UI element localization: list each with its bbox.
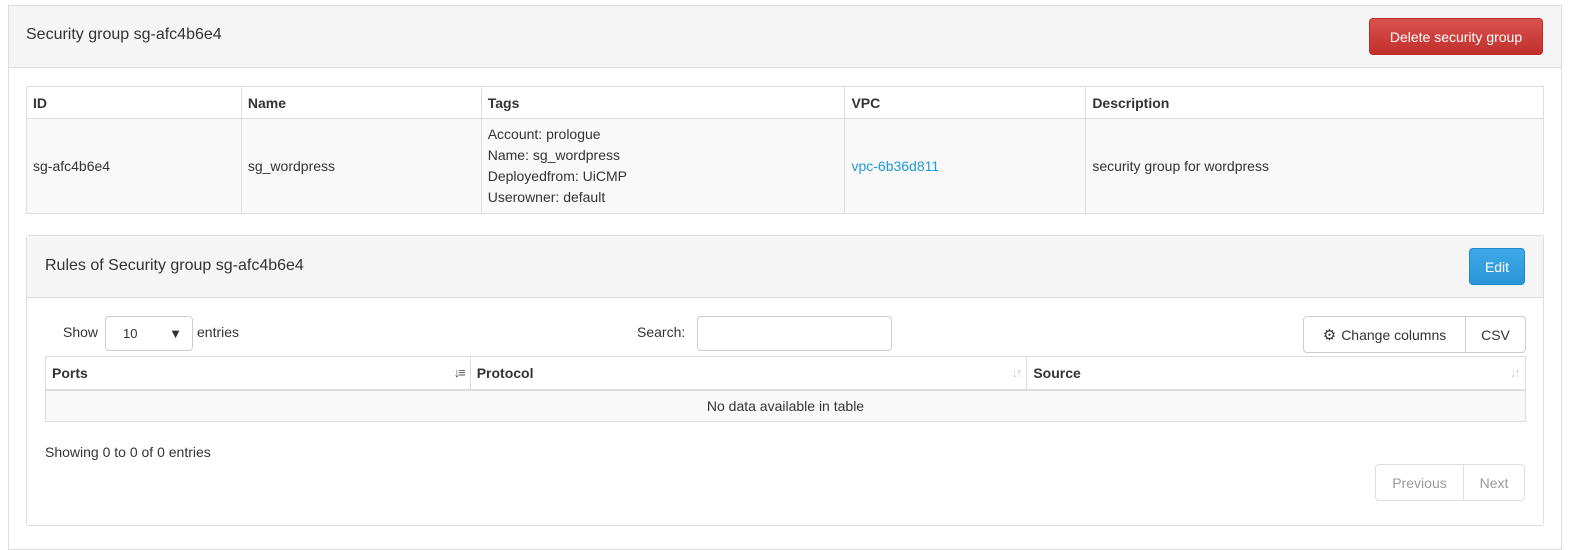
cell-id: sg-afc4b6e4 [26, 118, 242, 214]
csv-button[interactable]: CSV [1466, 316, 1526, 353]
table-tools: ⚙ Change columns CSV [1303, 316, 1526, 353]
delete-security-group-button[interactable]: Delete security group [1369, 18, 1543, 55]
column-header-ports[interactable]: Ports ↓≡ [45, 356, 471, 391]
panel-heading: Security group sg-afc4b6e4 Delete securi… [9, 6, 1561, 68]
security-group-panel: Security group sg-afc4b6e4 Delete securi… [8, 5, 1562, 550]
column-header-tags: Tags [480, 86, 846, 119]
caret-down-icon: ▼ [169, 326, 182, 341]
cell-tags: Account: prologue Name: sg_wordpress Dep… [480, 118, 846, 214]
page-title: Security group sg-afc4b6e4 [26, 26, 222, 43]
column-header-name: Name [240, 86, 482, 119]
tag-account: Account: prologue [487, 126, 601, 142]
cell-vpc: vpc-6b36d811 [844, 118, 1087, 214]
source-header-label: Source [1033, 364, 1081, 381]
table-info: Showing 0 to 0 of 0 entries [45, 444, 211, 460]
next-button[interactable]: Next [1464, 464, 1525, 501]
search-input[interactable] [697, 316, 892, 351]
search-label: Search: [637, 324, 686, 340]
table-header-row: ID Name Tags VPC Description [26, 86, 1544, 119]
table-row: sg-afc4b6e4 sg_wordpress Account: prolog… [26, 118, 1544, 214]
vpc-link[interactable]: vpc-6b36d811 [851, 158, 939, 174]
show-label: Show [63, 324, 99, 340]
rules-header-row: Ports ↓≡ Protocol ↓↑ Source ↓↑ [45, 356, 1526, 391]
entries-select-value: 10 [123, 326, 138, 341]
security-group-details-table: ID Name Tags VPC Description sg-afc4b6e4… [26, 86, 1544, 214]
column-header-protocol[interactable]: Protocol ↓↑ [469, 356, 1028, 391]
column-header-description: Description [1085, 86, 1544, 119]
column-header-source[interactable]: Source ↓↑ [1026, 356, 1526, 391]
column-header-vpc: VPC [844, 86, 1087, 119]
previous-button[interactable]: Previous [1375, 464, 1464, 501]
change-columns-label: Change columns [1341, 326, 1447, 343]
rules-panel-heading: Rules of Security group sg-afc4b6e4 Edit [27, 236, 1543, 298]
gear-icon: ⚙ [1322, 326, 1337, 344]
cell-name: sg_wordpress [240, 118, 482, 214]
sort-icon: ↓↑ [1510, 365, 1521, 380]
entries-label: entries [197, 324, 240, 340]
column-header-id: ID [26, 86, 242, 119]
tag-deployedfrom: Deployedfrom: UiCMP [487, 168, 627, 184]
rules-title: Rules of Security group sg-afc4b6e4 [45, 257, 304, 274]
sort-amount-icon: ↓≡ [453, 365, 466, 380]
change-columns-button[interactable]: ⚙ Change columns [1303, 316, 1466, 353]
tag-name: Name: sg_wordpress [487, 147, 620, 163]
empty-table-message: No data available in table [45, 389, 1526, 422]
entries-select[interactable]: 10 ▼ [105, 316, 193, 351]
sort-icon: ↓↑ [1011, 365, 1022, 380]
table-row: No data available in table [45, 389, 1526, 422]
rules-panel: Rules of Security group sg-afc4b6e4 Edit… [26, 235, 1544, 526]
pagination: Previous Next [1375, 464, 1525, 501]
protocol-header-label: Protocol [476, 364, 534, 381]
tag-userowner: Userowner: default [487, 189, 606, 205]
ports-header-label: Ports [52, 364, 88, 381]
rules-table: Ports ↓≡ Protocol ↓↑ Source ↓↑ No data a… [45, 356, 1526, 422]
cell-description: security group for wordpress [1085, 118, 1544, 214]
edit-button[interactable]: Edit [1469, 248, 1525, 285]
